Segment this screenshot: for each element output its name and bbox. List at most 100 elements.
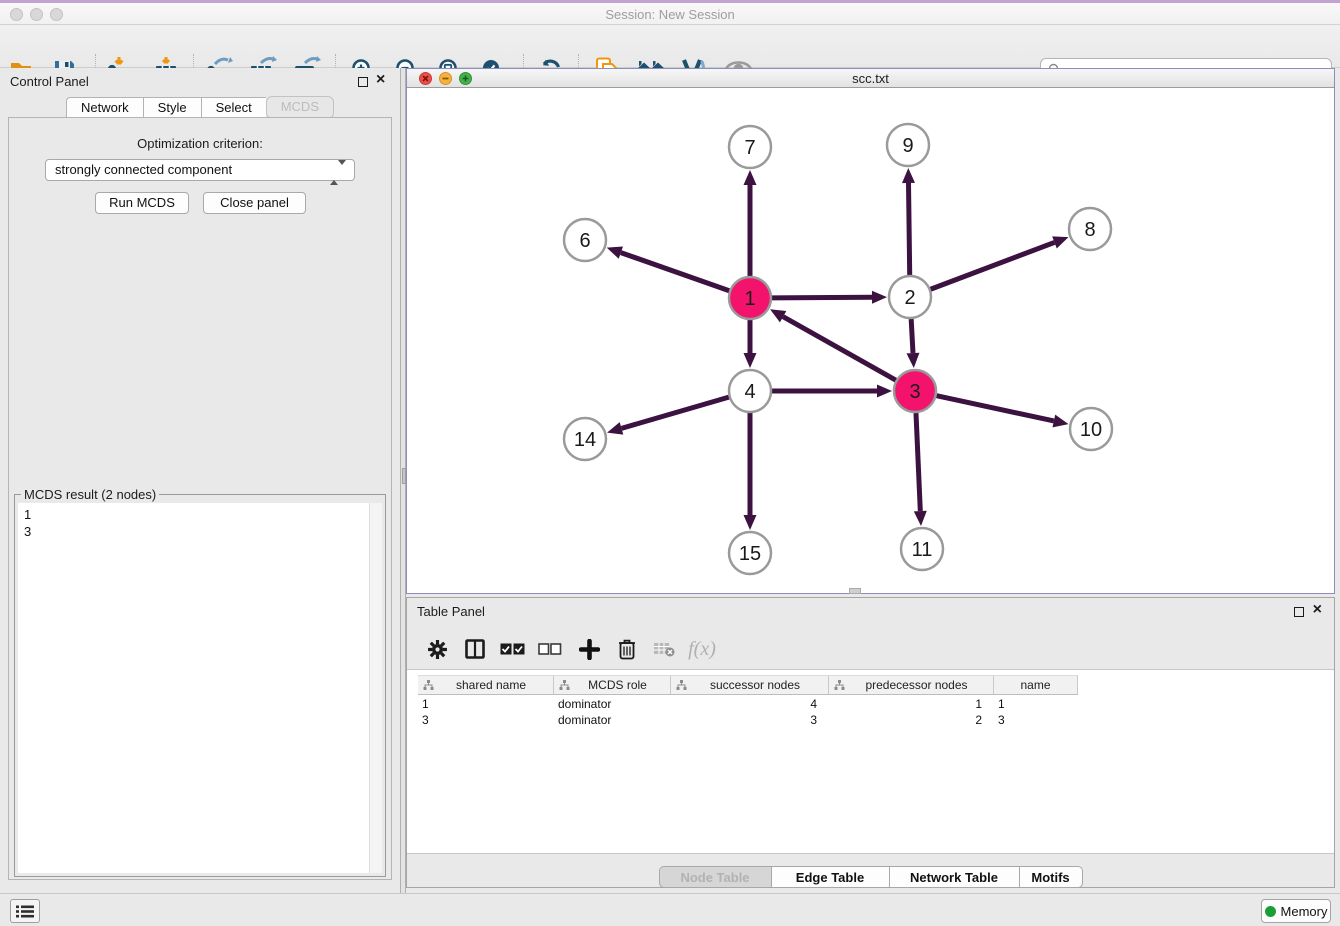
tab-node-table[interactable]: Node Table [659,866,771,888]
graph-edge-4-14[interactable] [621,397,728,428]
table-panel-tabs: Node TableEdge TableNetwork TableMotifs [407,866,1334,888]
table-panel-close-button[interactable]: × [1313,601,1322,619]
control-panel-title: Control Panel [10,74,89,89]
table-row[interactable]: 3dominator323 [418,712,1078,728]
table-panel-float-button[interactable] [1294,607,1304,617]
manage-columns-icon[interactable] [460,636,490,662]
cell-shared-name[interactable]: 3 [418,712,554,728]
graph-node-label-7: 7 [744,137,755,159]
graph-edge-arrowhead [607,422,623,434]
control-panel-close-button[interactable]: × [376,71,385,89]
graph-node-label-1: 1 [744,288,755,310]
node-table: shared nameMCDS rolesuccessor nodesprede… [407,669,1334,854]
graph-edge-2-9[interactable] [909,183,910,275]
cell-successor-nodes[interactable]: 3 [671,712,829,728]
network-view-window: scc.txt 7968124314101511 [406,68,1335,594]
graph-edge-arrowhead [914,511,927,526]
window-title: Session: New Session [0,7,1340,22]
criterion-dropdown[interactable]: strongly connected component [45,159,355,181]
titlebar: Session: New Session [0,3,1340,25]
cell-name[interactable]: 3 [994,712,1078,728]
cell-shared-name[interactable]: 1 [418,696,554,712]
column-header-shared-name[interactable]: shared name [418,675,554,695]
tab-mcds[interactable]: MCDS [266,96,334,119]
graph-edge-arrowhead [607,246,623,258]
tab-edge-table[interactable]: Edge Table [771,866,889,888]
memory-status-icon [1265,906,1276,917]
table-panel: Table Panel × f(x) shared nameMCDS roles… [406,597,1335,888]
column-header-predecessor-nodes[interactable]: predecessor nodes [829,675,994,695]
graph-edge-arrowhead [744,353,757,368]
graph-edge-arrowhead [1052,236,1068,248]
mcds-result-title: MCDS result (2 nodes) [21,487,159,502]
network-window-titlebar[interactable]: scc.txt [407,69,1334,88]
graph-edge-1-2[interactable] [772,297,872,298]
column-header-MCDS-role[interactable]: MCDS role [554,675,671,695]
cell-predecessor-nodes[interactable]: 2 [829,712,994,728]
graph-node-label-6: 6 [579,230,590,252]
application-window: Session: New Session [0,0,1340,926]
deselect-all-rows-icon[interactable] [535,636,565,662]
graph-node-label-3: 3 [909,381,920,403]
graph-edge-arrowhead [1052,415,1068,428]
column-header-successor-nodes[interactable]: successor nodes [671,675,829,695]
settings-gear-icon[interactable] [422,636,452,662]
cell-predecessor-nodes[interactable]: 1 [829,696,994,712]
cell-MCDS-role[interactable]: dominator [554,712,671,728]
tab-select[interactable]: Select [201,97,266,118]
mcds-result-scrollbar[interactable] [369,503,382,873]
graph-node-label-11: 11 [912,539,933,561]
close-panel-button[interactable]: Close panel [203,192,306,214]
cell-name[interactable]: 1 [994,696,1078,712]
network-window-title: scc.txt [407,71,1334,86]
mcds-result-line: 1 [24,506,369,523]
control-panel-float-button[interactable] [358,77,368,87]
graph-node-label-14: 14 [574,429,596,451]
graph-edge-3-10[interactable] [937,396,1054,421]
dropdown-stepper-icon [330,163,346,183]
main-toolbar [0,25,1340,68]
column-header-name[interactable]: name [994,675,1078,695]
delete-table-icon [649,636,679,662]
node-table-header: shared nameMCDS rolesuccessor nodesprede… [418,675,1078,695]
tab-network-table[interactable]: Network Table [889,866,1019,888]
cell-MCDS-role[interactable]: dominator [554,696,671,712]
control-panel-tabs: NetworkStyleSelectMCDS [0,97,400,119]
graph-edge-arrowhead [744,515,757,530]
memory-button[interactable]: Memory [1261,899,1331,923]
graph-edge-3-1[interactable] [783,317,896,381]
column-tree-icon [559,680,570,691]
status-bar: Memory [0,893,1340,926]
tab-network[interactable]: Network [66,97,143,118]
graph-edge-1-6[interactable] [621,253,729,291]
table-row[interactable]: 1dominator411 [418,696,1078,712]
graph-edge-arrowhead [877,385,892,398]
delete-column-icon[interactable] [612,636,642,662]
graph-edge-3-11[interactable] [916,413,920,511]
graph-edge-arrowhead [872,291,887,304]
run-mcds-button[interactable]: Run MCDS [95,192,189,214]
horizontal-splitter-handle[interactable] [849,588,861,594]
select-all-rows-icon[interactable] [498,636,528,662]
mcds-result-line: 3 [24,523,369,540]
tab-motifs[interactable]: Motifs [1019,866,1083,888]
column-tree-icon [676,680,687,691]
graph-edge-arrowhead [906,353,919,368]
network-canvas-svg: 7968124314101511 [407,88,1334,593]
memory-label: Memory [1281,904,1328,919]
tab-style[interactable]: Style [143,97,201,118]
graph-node-label-4: 4 [744,381,755,403]
graph-edge-2-3[interactable] [911,319,913,353]
graph-edge-2-8[interactable] [931,242,1055,289]
apply-function-icon: f(x) [687,636,717,662]
graph-edge-arrowhead [902,168,915,183]
network-canvas[interactable]: 7968124314101511 [407,88,1334,593]
table-panel-title: Table Panel [417,604,485,619]
add-column-icon[interactable] [574,636,604,662]
cell-successor-nodes[interactable]: 4 [671,696,829,712]
graph-node-label-8: 8 [1084,219,1095,241]
task-history-button[interactable] [10,899,40,923]
mcds-result-text[interactable]: 13 [18,503,369,873]
criterion-dropdown-value: strongly connected component [55,162,232,177]
column-tree-icon [423,680,434,691]
